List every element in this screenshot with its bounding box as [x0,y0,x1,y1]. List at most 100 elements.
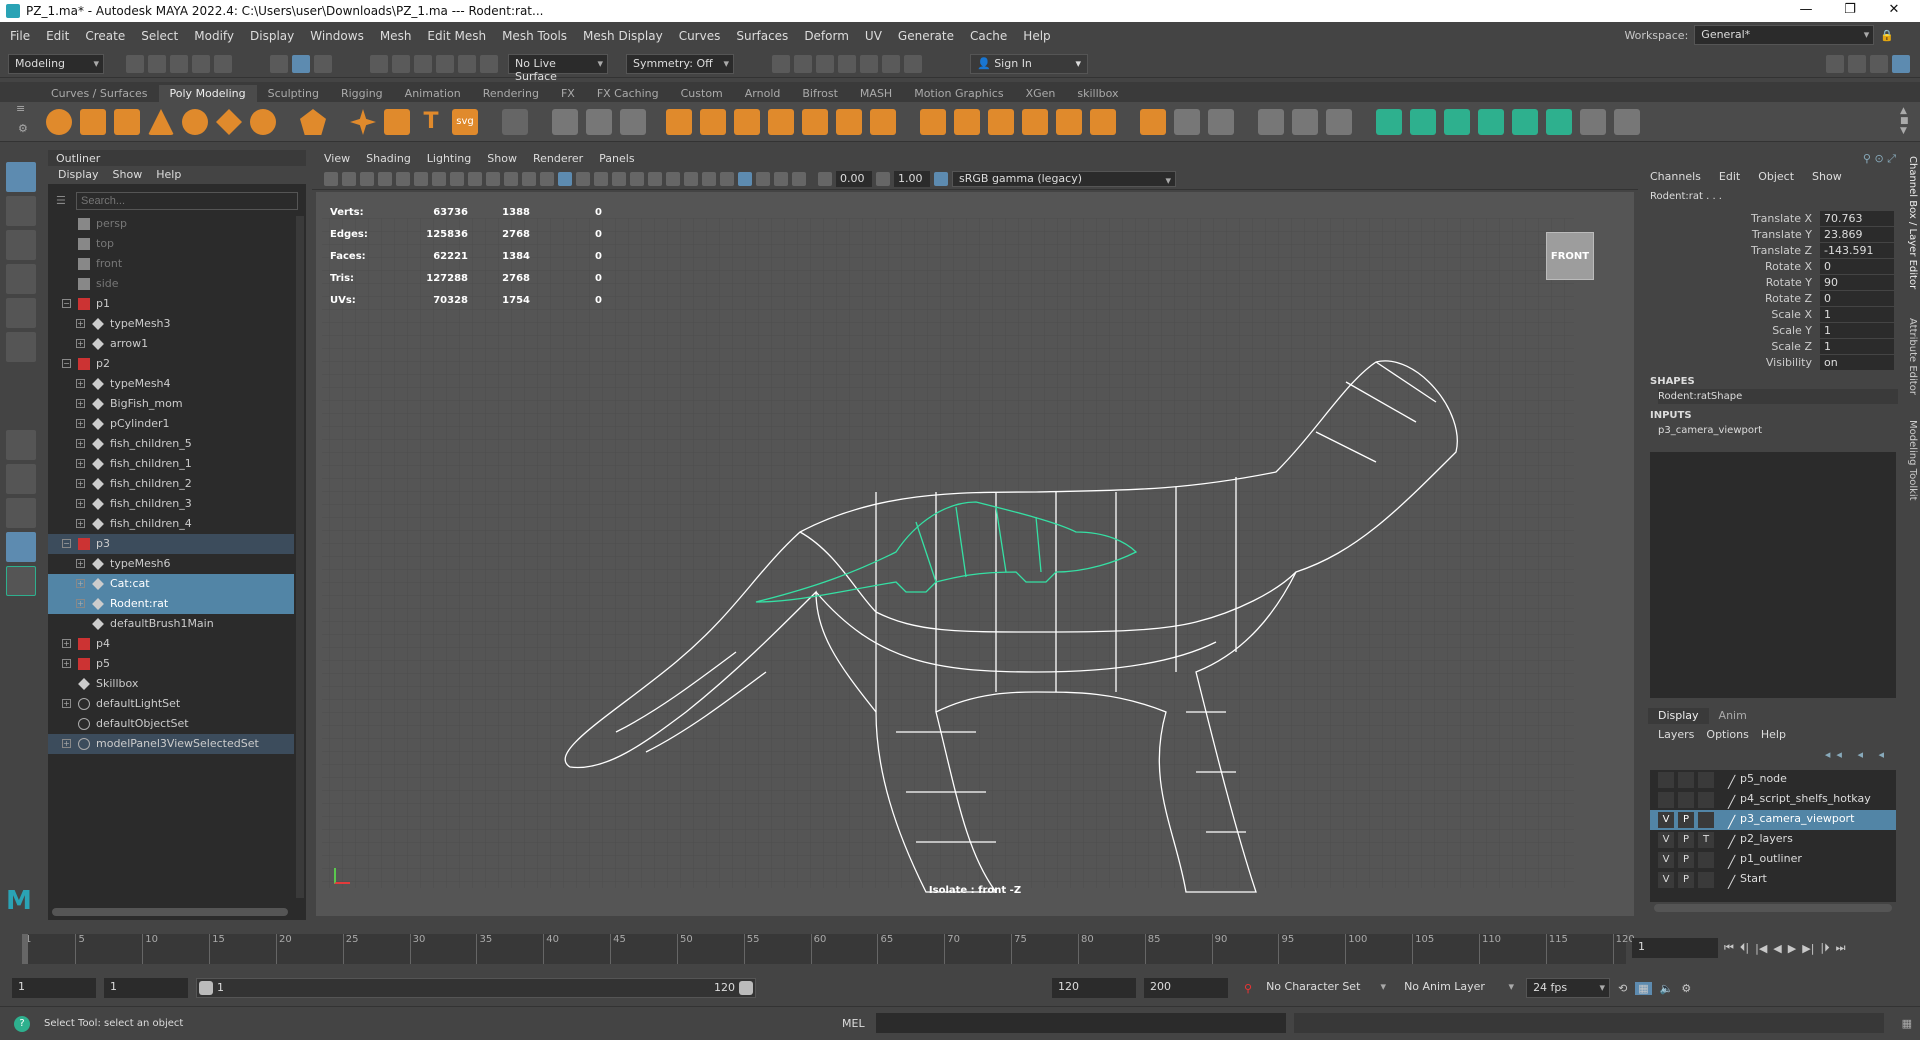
layer-t-toggle[interactable]: T [1698,832,1714,848]
smooth-icon[interactable] [620,109,646,135]
outliner-item[interactable]: − p3 [48,534,294,554]
outliner-item[interactable]: persp [48,214,294,234]
menu-edit[interactable]: Edit [38,29,77,43]
auto-map-icon[interactable] [1326,109,1352,135]
select-tool-icon[interactable] [6,162,36,192]
grid-icon[interactable] [432,171,446,186]
minimize-button[interactable]: — [1784,0,1828,22]
menu-help[interactable]: Help [1015,29,1058,43]
help-icon[interactable]: ? [14,1015,30,1032]
ipr-render-icon[interactable] [816,54,834,73]
outliner-item[interactable]: front [48,254,294,274]
time-slider-track[interactable]: 1 5 10 15 20 25 30 35 40 45 50 55 60 65 70 75 80 85 90 95 10… [22,934,1635,964]
safe-action-icon[interactable] [522,171,536,186]
outliner-item[interactable]: + defaultLightSet [48,694,294,714]
undo-icon[interactable] [192,54,210,73]
layer-t-toggle[interactable] [1698,872,1714,888]
save-scene-icon[interactable] [170,54,188,73]
poly-plane-icon[interactable] [216,109,242,135]
shelf-tab-fx-caching[interactable]: FX Caching [586,85,670,102]
poly-torus-icon[interactable] [182,109,208,135]
maximize-button[interactable]: ❐ [1828,0,1872,22]
scale-tool-icon[interactable] [6,332,36,362]
expand-toggle-icon[interactable]: + [76,599,85,608]
channel-box-toggle-icon[interactable] [1892,54,1910,73]
cache-playback-icon[interactable]: ▦ [1635,981,1652,995]
layer-t-toggle[interactable] [1698,792,1714,808]
channel-value-field[interactable]: 0 [1820,258,1894,274]
outliner-item[interactable]: side [48,274,294,294]
uv-move-sew-icon[interactable] [1512,109,1538,135]
layer-row[interactable]: V P ╱ Start [1650,870,1896,890]
outliner-menu-help[interactable]: Help [156,168,181,182]
film-gate-icon[interactable] [450,171,464,186]
scene-start-field[interactable]: 1 [12,978,96,998]
expand-toggle-icon[interactable]: + [76,559,85,568]
snap-curve-icon[interactable] [392,54,410,73]
preferences-icon[interactable]: ⚙ [1681,982,1691,995]
menu-file[interactable]: File [2,29,38,43]
outliner-item[interactable]: + fish_children_2 [48,474,294,494]
resolution-gate-icon[interactable] [468,171,482,186]
layer-p-toggle[interactable]: P [1678,852,1694,868]
bevel-icon[interactable] [768,109,794,135]
field-chart-icon[interactable] [504,171,518,186]
use-all-lights-icon[interactable] [630,171,644,186]
paint-select-tool-icon[interactable] [6,230,36,260]
shelf-tab-curves-surfaces[interactable]: Curves / Surfaces [40,85,159,102]
outliner-item[interactable]: + fish_children_1 [48,454,294,474]
text-tool-icon[interactable]: T [418,109,444,135]
expand-toggle-icon[interactable]: + [76,379,85,388]
uv-sew-icon[interactable] [1478,109,1504,135]
step-forward-frame-icon[interactable]: ▶| [1802,942,1814,955]
uv-cut-icon[interactable] [1444,109,1470,135]
range-start-handle[interactable] [199,981,213,995]
layer-row[interactable]: ╱ p4_script_shelfs_hotkay [1650,790,1896,810]
step-back-frame-icon[interactable]: |◀ [1755,942,1767,955]
planar-map-icon[interactable] [1292,109,1318,135]
channel-label[interactable]: Translate Y [1648,228,1820,241]
snap-surface-icon[interactable] [458,54,476,73]
command-language-toggle[interactable]: MEL [842,1017,865,1030]
outliner-item[interactable]: + typeMesh4 [48,374,294,394]
lasso-tool-icon[interactable] [6,196,36,226]
current-time-marker[interactable] [22,934,28,964]
open-scene-icon[interactable] [148,54,166,73]
layer-color-swatch-icon[interactable]: ╱ [1728,853,1735,871]
symmetry-dropdown[interactable]: Symmetry: Off [626,53,734,74]
boolean-icon[interactable] [666,109,692,135]
type-mesh-icon[interactable] [502,109,528,135]
expand-toggle-icon[interactable]: + [62,739,71,748]
rotate-tool-icon[interactable] [6,298,36,328]
viewport-menu-show[interactable]: Show [487,152,517,166]
layer-t-toggle[interactable] [1698,812,1714,828]
outliner-item[interactable]: + fish_children_3 [48,494,294,514]
fps-dropdown[interactable]: 24 fps [1526,978,1611,998]
multi-cut-icon[interactable] [920,109,946,135]
poly-disc-icon[interactable] [250,109,276,135]
layer-v-toggle[interactable]: V [1658,872,1674,888]
menu-uv[interactable]: UV [857,29,890,43]
snap-view-icon[interactable] [436,54,454,73]
uv-editor-icon[interactable] [1258,109,1284,135]
channel-value-field[interactable]: 1 [1820,306,1894,322]
layer-color-swatch-icon[interactable]: ╱ [1728,873,1735,891]
expand-toggle-icon[interactable]: + [76,319,85,328]
uv-distort-icon[interactable] [1580,109,1606,135]
menu-windows[interactable]: Windows [302,29,372,43]
workspace-dropdown[interactable]: General* [1694,25,1875,45]
image-plane-icon[interactable] [378,171,392,186]
target-weld-icon[interactable] [1022,109,1048,135]
channel-value-field[interactable]: 1 [1820,322,1894,338]
anim-layer-dropdown[interactable]: No Anim Layer [1398,978,1518,998]
outliner-item[interactable]: + p4 [48,634,294,654]
append-polygon-icon[interactable] [836,109,862,135]
uv-checker-icon[interactable] [1546,109,1572,135]
outliner-item[interactable]: Skillbox [48,674,294,694]
channel-box-menu-edit[interactable]: Edit [1719,170,1740,183]
layer-row[interactable]: V P ╱ p3_camera_viewport [1650,810,1896,830]
time-slider[interactable]: 1 5 10 15 20 25 30 35 40 45 50 55 60 65 70 75 80 85 90 95 10… [16,930,1635,966]
gate-mask-icon[interactable] [486,171,500,186]
gamma-input[interactable]: 1.00 [894,170,930,187]
scene-end-field[interactable]: 200 [1144,978,1228,998]
